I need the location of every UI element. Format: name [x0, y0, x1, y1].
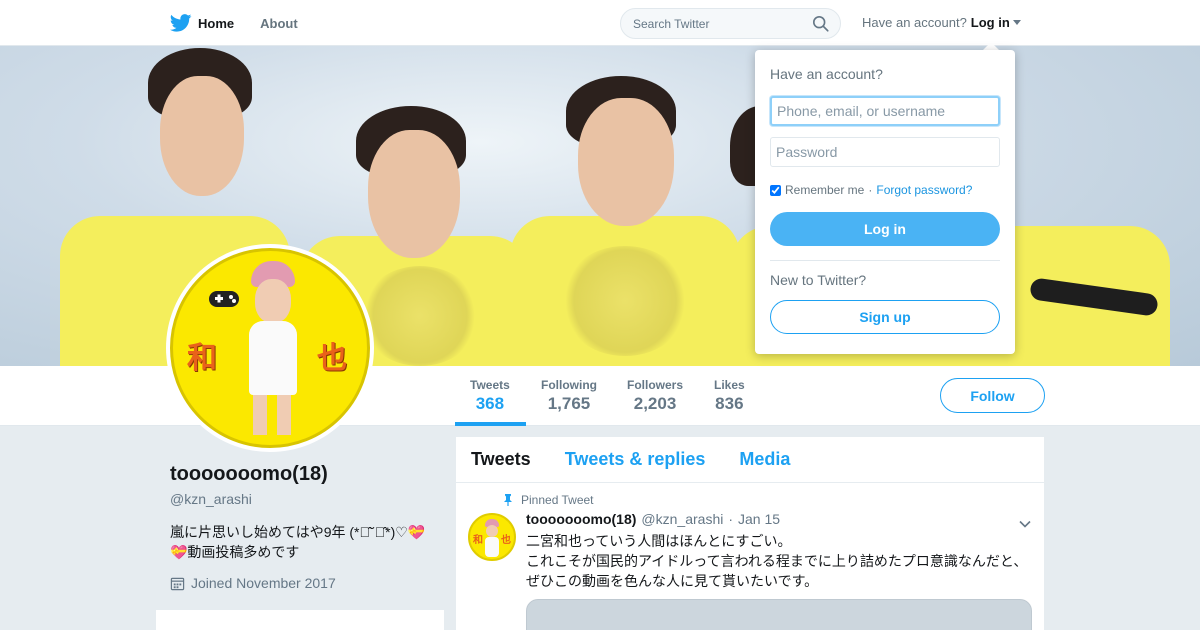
- tweet-media[interactable]: [526, 599, 1032, 630]
- tweet-text: 二宮和也っていう人間はほんとにすごい。 これこそが国民的アイドルって言われる程ま…: [526, 531, 1036, 591]
- active-stat-underline: [455, 422, 526, 426]
- banner-figure-face: [368, 130, 460, 258]
- nav-about-label: About: [260, 15, 298, 31]
- tweet-avatar-text: 和: [473, 535, 483, 546]
- profile-avatar[interactable]: 和 也: [166, 244, 374, 452]
- tweet-text-line: これこそが国民的アイドルって言われる程までに上り詰めたプロ意識なんだと、: [526, 553, 1028, 569]
- left-sidebar-card: [156, 610, 444, 630]
- tweet-text-line: 二宮和也っていう人間はほんとにすごい。: [526, 533, 792, 549]
- timeline: Tweets Tweets & replies Media Pinned Twe…: [456, 437, 1044, 630]
- pin-icon: [504, 494, 512, 506]
- tweet-author-handle[interactable]: @kzn_arashi: [641, 511, 723, 527]
- remember-row: Remember me · Forgot password?: [770, 183, 972, 197]
- tab-media[interactable]: Media: [739, 449, 790, 470]
- twitter-bird-icon: [170, 14, 192, 32]
- avatar-text: 也: [317, 341, 347, 376]
- stat-value: 1,765: [547, 394, 591, 413]
- nav-left: Home About: [170, 0, 298, 46]
- nav-about[interactable]: About: [260, 16, 298, 31]
- search-input[interactable]: [621, 9, 801, 38]
- game-controller-icon: [209, 291, 239, 307]
- search-box: [620, 8, 841, 39]
- new-to-twitter-text: New to Twitter?: [770, 272, 867, 288]
- pinned-label: Pinned Tweet: [503, 493, 594, 507]
- login-link-label: Log in: [970, 15, 1010, 30]
- forgot-password-link[interactable]: Forgot password?: [876, 183, 972, 197]
- dropdown-divider: [770, 260, 1000, 261]
- calendar-icon: [170, 577, 185, 590]
- tab-tweets[interactable]: Tweets: [471, 449, 531, 470]
- tweet-text-line: ぜひこの動画を色んな人に見て貰いたいです。: [526, 573, 819, 589]
- stat-following[interactable]: Following 1,765: [541, 378, 597, 414]
- login-dropdown: Have an account? Remember me · Forgot pa…: [755, 50, 1015, 354]
- remember-separator: ·: [868, 183, 873, 197]
- banner-figure-face: [160, 76, 244, 196]
- password-field[interactable]: [770, 137, 1000, 167]
- chevron-down-icon[interactable]: [1018, 517, 1032, 531]
- tweet-avatar[interactable]: 和 也: [468, 513, 516, 561]
- tweet-header: tooooooomo(18) @kzn_arashi · Jan 15: [526, 511, 780, 527]
- avatar-figure-body: [249, 321, 297, 395]
- remember-me-label[interactable]: Remember me: [785, 183, 864, 197]
- stat-label: Following: [541, 378, 597, 392]
- profile-joined: Joined November 2017: [170, 575, 336, 591]
- avatar-text: 和: [187, 341, 217, 376]
- tweet-date[interactable]: Jan 15: [738, 511, 780, 527]
- banner-figure-face: [578, 98, 674, 226]
- stat-label: Tweets: [470, 378, 510, 392]
- avatar-figure-leg: [277, 395, 291, 435]
- stat-value: 2,203: [633, 394, 677, 413]
- dropdown-title: Have an account?: [770, 66, 883, 82]
- top-navigation: Home About Have an account? Log in: [0, 0, 1200, 46]
- login-dropdown-toggle[interactable]: Log in: [971, 15, 1021, 30]
- banner-shirt-print: [560, 246, 690, 356]
- pinned-text: Pinned Tweet: [521, 493, 594, 507]
- login-button[interactable]: Log in: [770, 212, 1000, 246]
- tweet-avatar-figure: [485, 537, 499, 557]
- pinned-tweet[interactable]: Pinned Tweet 和 也 tooooooomo(18) @kzn_ara…: [456, 483, 1044, 630]
- tweet-avatar-text: 也: [501, 535, 511, 546]
- follow-button[interactable]: Follow: [940, 378, 1045, 413]
- avatar-figure-face: [255, 279, 291, 323]
- banner-shirt-print: [360, 266, 480, 366]
- tweet-author-name[interactable]: tooooooomo(18): [526, 511, 636, 527]
- profile-handle[interactable]: @kzn_arashi: [170, 491, 252, 507]
- username-field[interactable]: [770, 96, 1000, 126]
- stat-tweets[interactable]: Tweets 368: [470, 378, 510, 414]
- account-area: Have an account? Log in: [862, 15, 1021, 30]
- profile-bio: 嵐に片思いし始めてはや9年 (*ฅ̂˘ฅ̂*)♡💝💝動画投稿多めです: [170, 524, 426, 560]
- timeline-tabs: Tweets Tweets & replies Media: [456, 437, 1044, 483]
- tweet-separator: ·: [728, 511, 734, 527]
- tab-tweets-replies[interactable]: Tweets & replies: [565, 449, 706, 470]
- caret-down-icon: [1012, 20, 1021, 25]
- tweet-avatar-figure: [486, 525, 498, 537]
- profile-name[interactable]: tooooooomo(18): [170, 463, 328, 486]
- stat-label: Likes: [714, 378, 745, 392]
- stat-label: Followers: [627, 378, 684, 392]
- nav-home[interactable]: Home: [170, 14, 234, 32]
- stat-value: 836: [715, 394, 744, 413]
- stat-value: 368: [475, 394, 505, 413]
- nav-home-label: Home: [198, 15, 235, 31]
- have-account-text: Have an account?: [862, 15, 967, 30]
- signup-button[interactable]: Sign up: [770, 300, 1000, 334]
- search-icon[interactable]: [812, 15, 830, 33]
- stat-likes[interactable]: Likes 836: [714, 378, 745, 414]
- avatar-figure-leg: [253, 395, 267, 435]
- avatar-image: 和 也: [170, 248, 370, 448]
- joined-text: Joined November 2017: [191, 575, 336, 591]
- remember-me-checkbox[interactable]: [770, 184, 781, 196]
- stat-followers[interactable]: Followers 2,203: [627, 378, 683, 414]
